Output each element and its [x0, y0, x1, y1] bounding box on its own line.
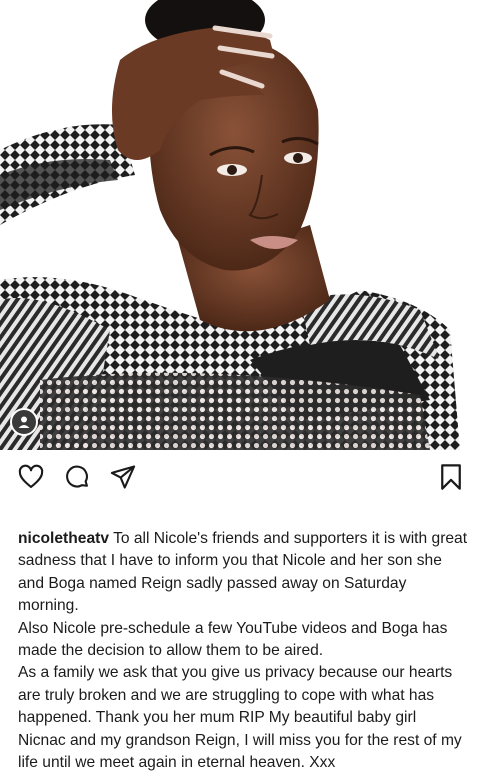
post-username[interactable]: nicoletheatv [18, 530, 109, 547]
heart-icon[interactable] [16, 462, 46, 492]
send-icon[interactable] [108, 462, 138, 492]
portrait-illustration [0, 0, 480, 450]
caption-paragraph-2: Also Nicole pre-schedule a few YouTube v… [18, 619, 448, 660]
caption-paragraph-3: As a family we ask that you give us priv… [18, 664, 462, 772]
comment-icon[interactable] [62, 462, 92, 492]
post-action-bar [0, 450, 480, 506]
person-tag-icon[interactable] [10, 408, 38, 436]
bookmark-icon[interactable] [436, 462, 466, 492]
caption-paragraph-1: nicoletheatv To all Nicole's friends and… [18, 528, 468, 618]
post-photo[interactable] [0, 0, 480, 450]
post-caption: nicoletheatv To all Nicole's friends and… [18, 528, 468, 774]
